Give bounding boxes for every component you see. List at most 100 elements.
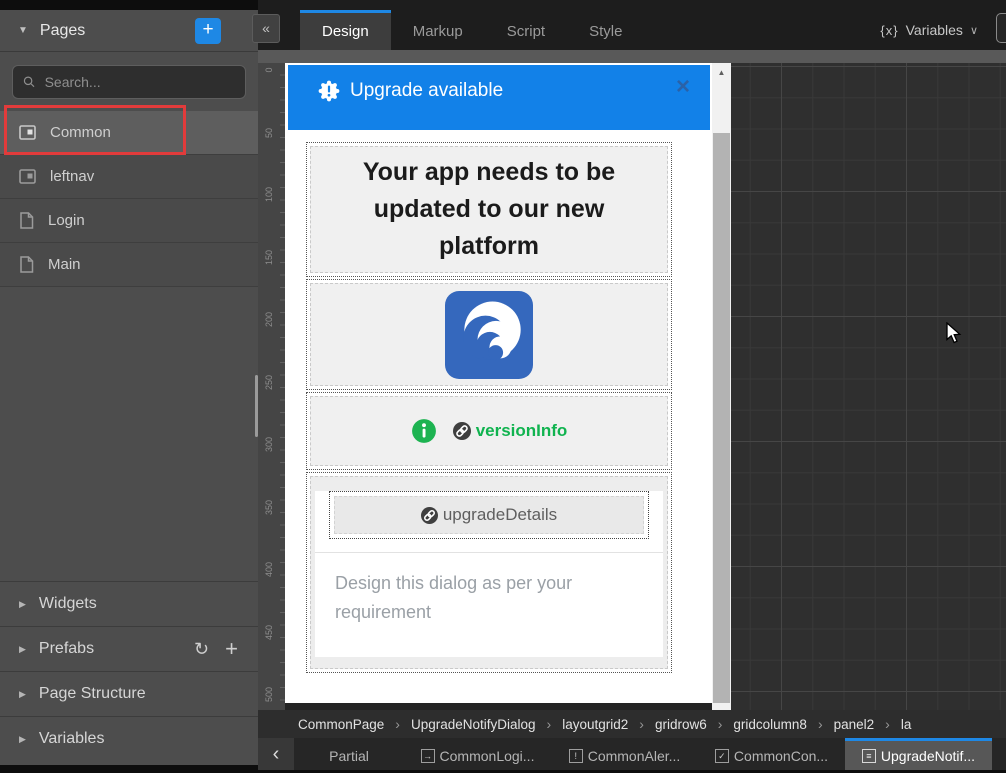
tab-label: Partial	[329, 748, 369, 764]
close-icon[interactable]: ×	[676, 75, 690, 99]
tabbar-scroll-left-button[interactable]: ‹	[258, 738, 294, 770]
variables-menu-button[interactable]: {x} Variables ∨	[880, 10, 978, 50]
clipped-edge-button[interactable]	[996, 13, 1006, 43]
pages-sidebar: ▼ Pages + Common leftnav	[0, 10, 258, 765]
bind-link-icon	[453, 422, 471, 440]
scroll-up-arrow[interactable]: ▲	[712, 63, 731, 80]
details-button-label: upgradeDetails	[443, 505, 557, 525]
version-info-widget[interactable]: versionInfo	[310, 396, 668, 466]
search-icon	[23, 75, 36, 89]
tab-common-alert[interactable]: ! CommonAler...	[551, 738, 698, 770]
caret-right-icon: ▶	[19, 599, 26, 610]
breadcrumb-item[interactable]: CommonPage	[298, 717, 384, 732]
page-item-label: Main	[48, 256, 81, 273]
sidebar-item-login[interactable]: Login	[0, 199, 258, 243]
tab-common-login[interactable]: → CommonLogi...	[404, 738, 551, 770]
open-files-tabbar: ‹ Partial → CommonLogi... ! CommonAler..…	[258, 738, 1006, 770]
details-button-outline: upgradeDetails	[329, 491, 649, 539]
login-dialog-icon: →	[421, 749, 435, 763]
partial-icon	[19, 169, 36, 184]
ruler-label: 400	[264, 563, 274, 577]
tab-label: CommonAler...	[588, 748, 681, 764]
page-icon	[19, 256, 34, 273]
breadcrumb-item[interactable]: layoutgrid2	[562, 717, 628, 732]
dialog-body: Your app needs to be updated to our new …	[285, 130, 712, 669]
add-prefab-button[interactable]: +	[225, 636, 238, 662]
sidebar-resize-handle[interactable]	[255, 375, 258, 437]
sidebar-section-page-structure[interactable]: ▶ Page Structure	[0, 671, 258, 716]
tab-style[interactable]: Style	[567, 10, 644, 50]
breadcrumb-separator: ›	[547, 716, 552, 732]
caret-right-icon: ▶	[19, 644, 26, 655]
section-label: Prefabs	[39, 640, 181, 658]
panel-hint-text: Design this dialog as per your requireme…	[315, 553, 615, 627]
tab-design[interactable]: Design	[300, 10, 391, 50]
refresh-icon[interactable]: ↻	[194, 639, 209, 660]
collapse-sidebar-button[interactable]: «	[252, 14, 280, 43]
page-item-label: leftnav	[50, 168, 94, 185]
ruler-label: 200	[264, 313, 274, 327]
scrollbar-thumb[interactable]	[713, 133, 730, 703]
chevron-down-icon: ∨	[970, 24, 978, 37]
pages-panel-header[interactable]: ▼ Pages +	[0, 10, 258, 52]
breadcrumb-item[interactable]: UpgradeNotifyDialog	[411, 717, 536, 732]
pages-search-box[interactable]	[12, 65, 246, 99]
variables-menu-label: Variables	[906, 22, 963, 38]
ruler-label: 500	[264, 688, 274, 702]
info-icon	[411, 418, 437, 444]
variables-icon: {x}	[880, 23, 898, 38]
breadcrumb-item[interactable]: gridcolumn8	[733, 717, 807, 732]
section-label: Widgets	[39, 595, 242, 613]
sidebar-section-prefabs[interactable]: ▶ Prefabs ↻ +	[0, 626, 258, 671]
caret-down-icon: ▼	[18, 25, 28, 36]
add-page-button[interactable]: +	[195, 18, 221, 44]
picture-widget[interactable]	[310, 283, 668, 386]
page-item-label: Common	[50, 124, 111, 141]
sidebar-item-main[interactable]: Main	[0, 243, 258, 287]
tab-upgrade-notify[interactable]: ≡ UpgradeNotif...	[845, 738, 992, 770]
top-toolbar: Design Markup Script Style {x} Variables…	[258, 0, 1006, 50]
ruler-label: 450	[264, 626, 274, 640]
canvas-page: Upgrade available × Your app needs to be…	[285, 63, 712, 703]
section-label: Variables	[39, 730, 242, 748]
sidebar-item-common[interactable]: Common	[0, 111, 258, 155]
tab-label: CommonCon...	[734, 748, 828, 764]
breadcrumb-item[interactable]: panel2	[834, 717, 875, 732]
sidebar-section-widgets[interactable]: ▶ Widgets	[0, 581, 258, 626]
upgrade-badge-icon	[318, 80, 340, 102]
breadcrumb-item[interactable]: la	[901, 717, 912, 732]
tab-partial[interactable]: Partial	[294, 738, 404, 770]
sidebar-section-variables[interactable]: ▶ Variables	[0, 716, 258, 761]
breadcrumb-separator: ›	[818, 716, 823, 732]
canvas-vertical-scrollbar[interactable]: ▲	[712, 63, 731, 710]
caret-right-icon: ▶	[19, 734, 26, 745]
caret-right-icon: ▶	[19, 689, 26, 700]
breadcrumb-item[interactable]: gridrow6	[655, 717, 707, 732]
panel-widget[interactable]: upgradeDetails Design this dialog as per…	[310, 476, 668, 669]
widget-breadcrumb: CommonPage › UpgradeNotifyDialog › layou…	[258, 710, 1006, 738]
breadcrumb-separator: ›	[395, 716, 400, 732]
dialog-header[interactable]: Upgrade available ×	[288, 65, 710, 130]
sidebar-item-leftnav[interactable]: leftnav	[0, 155, 258, 199]
page-item-label: Login	[48, 212, 85, 229]
app-logo-icon	[445, 291, 533, 379]
tab-markup[interactable]: Markup	[391, 10, 485, 50]
bind-link-icon	[421, 507, 438, 524]
ruler-label: 250	[264, 376, 274, 390]
heading-widget[interactable]: Your app needs to be updated to our new …	[310, 146, 668, 273]
version-info-text: versionInfo	[476, 421, 568, 441]
tab-common-confirm[interactable]: ✓ CommonCon...	[698, 738, 845, 770]
upgrade-details-button[interactable]: upgradeDetails	[334, 496, 644, 534]
partial-icon	[19, 125, 36, 140]
design-canvas: 050100150200250300350400450500 Upgrade a…	[258, 50, 1006, 710]
breadcrumb-separator: ›	[639, 716, 644, 732]
tab-label: UpgradeNotif...	[881, 748, 975, 764]
app-window: Design Markup Script Style {x} Variables…	[0, 0, 1006, 773]
dialog-heading-text: Your app needs to be updated to our new …	[329, 154, 649, 265]
tab-script[interactable]: Script	[485, 10, 567, 50]
tab-label: CommonLogi...	[440, 748, 535, 764]
designer-mode-tabs: Design Markup Script Style	[300, 10, 644, 50]
search-input[interactable]	[45, 74, 235, 90]
ruler-label: 0	[264, 63, 274, 77]
page-icon	[19, 212, 34, 229]
